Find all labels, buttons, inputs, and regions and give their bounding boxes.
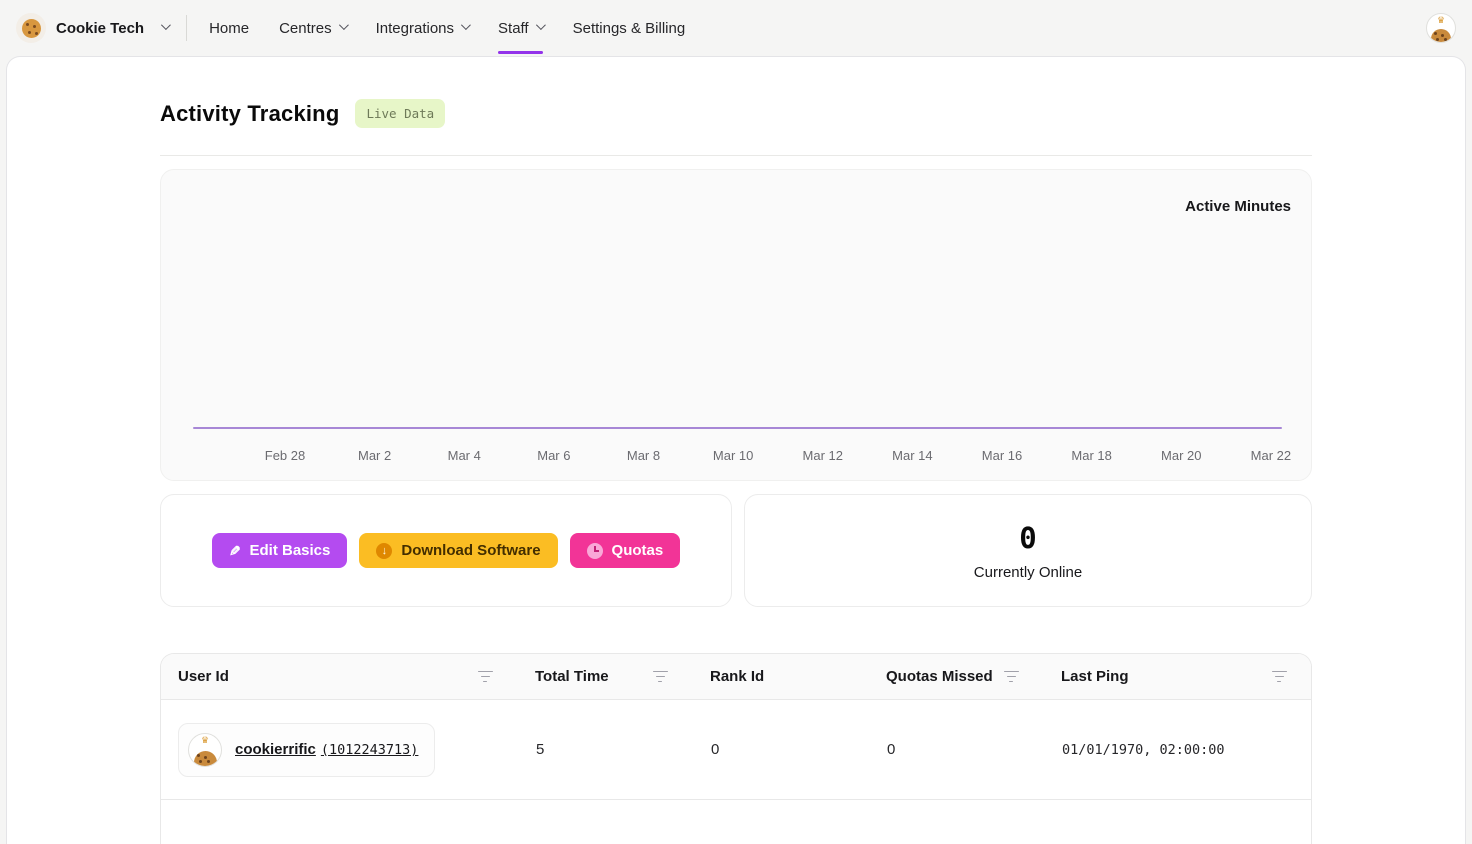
nav-item-label: Centres (279, 20, 332, 37)
online-label: Currently Online (974, 564, 1082, 581)
user-avatar[interactable]: ♛ (1426, 13, 1456, 43)
crown-icon: ♛ (1427, 16, 1455, 25)
x-tick: Mar 10 (703, 448, 763, 463)
table-header-row: User Id Total Time Rank Id Quotas Missed… (161, 654, 1311, 700)
rank-id-cell: 0 (708, 741, 884, 758)
quotas-button[interactable]: Quotas (570, 533, 681, 568)
quotas-missed-cell: 0 (884, 741, 1059, 758)
column-header-rank-id: Rank Id (708, 654, 884, 699)
staff-activity-table: User Id Total Time Rank Id Quotas Missed… (160, 653, 1312, 844)
clock-icon (587, 543, 603, 559)
actions-panel: ✎ Edit Basics ↓ Download Software Quotas (160, 494, 732, 607)
column-label: Total Time (535, 668, 609, 685)
table-row: ♛ cookierrific (1012243713) 5 0 0 01/01/… (161, 700, 1311, 800)
brand-dropdown[interactable]: Cookie Tech (16, 13, 168, 43)
section-divider (160, 155, 1312, 156)
user-id-number: (1012243713) (321, 742, 419, 758)
currently-online-panel: 0 Currently Online (744, 494, 1312, 607)
cookie-avatar-icon (194, 751, 217, 767)
column-label: User Id (178, 668, 229, 685)
brand-name: Cookie Tech (56, 20, 144, 37)
x-tick: Mar 14 (882, 448, 942, 463)
filter-icon[interactable] (477, 671, 493, 683)
nav-item-home[interactable]: Home (209, 16, 249, 41)
column-label: Rank Id (710, 668, 764, 685)
filter-icon[interactable] (652, 671, 668, 683)
nav-item-label: Staff (498, 20, 529, 37)
x-tick: Mar 6 (524, 448, 584, 463)
chart-flat-line (193, 427, 1282, 430)
chart-x-axis-ticks: Feb 28 Mar 2 Mar 4 Mar 6 Mar 8 Mar 10 Ma… (255, 448, 1301, 463)
x-tick: Mar 22 (1241, 448, 1301, 463)
cards-row: ✎ Edit Basics ↓ Download Software Quotas… (160, 494, 1312, 607)
nav-item-integrations[interactable]: Integrations (376, 16, 468, 41)
column-label: Quotas Missed (886, 668, 993, 685)
column-header-total-time: Total Time (533, 654, 708, 699)
total-time-cell: 5 (533, 741, 708, 758)
column-header-user-id: User Id (161, 654, 533, 699)
nav-items: Home Centres Integrations Staff Settings… (209, 16, 685, 41)
chart-legend-label: Active Minutes (1185, 198, 1291, 215)
chevron-down-icon (339, 20, 349, 30)
chevron-down-icon (161, 20, 171, 30)
download-software-button[interactable]: ↓ Download Software (359, 533, 557, 568)
nav-item-label: Home (209, 20, 249, 37)
user-row-avatar: ♛ (188, 733, 222, 767)
pencil-icon: ✎ (229, 544, 241, 558)
nav-divider (186, 15, 187, 41)
username: cookierrific (235, 741, 316, 758)
column-header-quotas-missed: Quotas Missed (884, 654, 1059, 699)
last-ping-cell: 01/01/1970, 02:00:00 (1059, 742, 1311, 758)
cookie-logo-icon (16, 13, 46, 43)
nav-item-centres[interactable]: Centres (279, 16, 346, 41)
x-tick: Mar 4 (434, 448, 494, 463)
heading-row: Activity Tracking Live Data (160, 57, 1312, 128)
filter-icon[interactable] (1003, 671, 1019, 683)
chevron-down-icon (536, 20, 546, 30)
user-profile-link[interactable]: ♛ cookierrific (1012243713) (178, 723, 435, 777)
top-navbar: Cookie Tech Home Centres Integrations St… (0, 0, 1472, 56)
download-icon: ↓ (376, 543, 392, 559)
x-tick: Feb 28 (255, 448, 315, 463)
filter-icon[interactable] (1271, 671, 1287, 683)
x-tick: Mar 12 (793, 448, 853, 463)
column-header-last-ping: Last Ping (1059, 654, 1311, 699)
main-content-card: Activity Tracking Live Data Active Minut… (6, 56, 1466, 844)
download-software-label: Download Software (401, 542, 540, 559)
quotas-label: Quotas (612, 542, 664, 559)
activity-chart: Active Minutes Feb 28 Mar 2 Mar 4 Mar 6 … (160, 169, 1312, 481)
nav-item-staff[interactable]: Staff (498, 16, 543, 41)
live-data-badge: Live Data (355, 99, 445, 128)
edit-basics-label: Edit Basics (249, 542, 330, 559)
cookie-avatar-icon (1431, 29, 1451, 43)
online-count: 0 (1019, 521, 1036, 555)
chevron-down-icon (461, 20, 471, 30)
nav-item-label: Settings & Billing (573, 20, 686, 37)
x-tick: Mar 20 (1151, 448, 1211, 463)
x-tick: Mar 18 (1062, 448, 1122, 463)
crown-icon: ♛ (189, 736, 221, 745)
nav-item-settings-billing[interactable]: Settings & Billing (573, 16, 686, 41)
user-cell: ♛ cookierrific (1012243713) (161, 723, 533, 777)
page-title: Activity Tracking (160, 101, 339, 127)
edit-basics-button[interactable]: ✎ Edit Basics (212, 533, 348, 568)
x-tick: Mar 2 (345, 448, 405, 463)
x-tick: Mar 16 (972, 448, 1032, 463)
x-tick: Mar 8 (614, 448, 674, 463)
column-label: Last Ping (1061, 668, 1129, 685)
nav-item-label: Integrations (376, 20, 454, 37)
